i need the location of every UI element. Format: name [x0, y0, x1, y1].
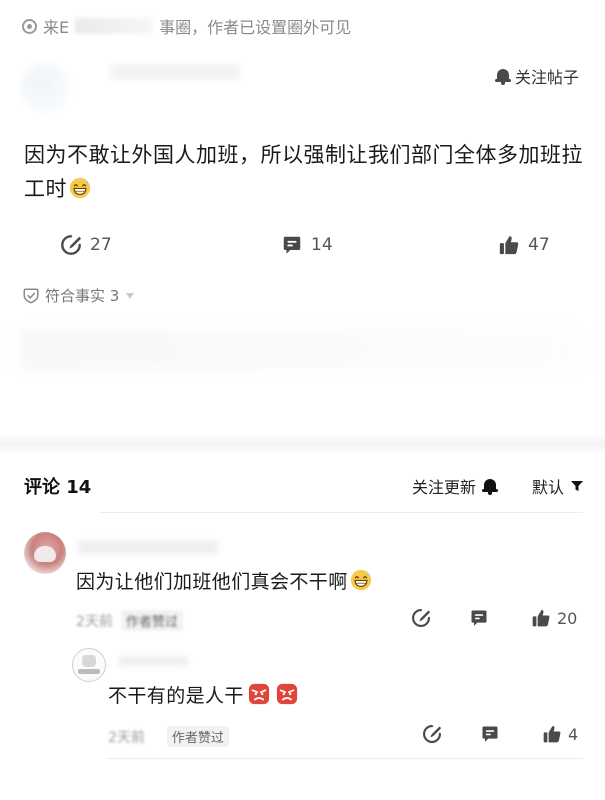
- fact-label: 符合事实 3: [45, 287, 120, 305]
- repost-button[interactable]: [411, 608, 431, 628]
- post-body: 因为不敢让外国人加班，所以强制让我们部门全体多加班拉工时: [24, 138, 584, 206]
- fact-check-button[interactable]: 符合事实 3: [22, 285, 135, 306]
- like-button[interactable]: 20: [531, 608, 577, 628]
- post-text: 因为不敢让外国人加班，所以强制让我们部门全体多加班拉工时: [24, 143, 583, 201]
- comment-text: 因为让他们加班他们真会不干啊: [76, 571, 348, 593]
- reply-divider: [106, 758, 583, 759]
- redacted-region: [20, 330, 580, 370]
- angry-face-emoji-icon: [276, 683, 298, 705]
- source-redacted: [75, 18, 154, 34]
- thumbs-up-icon: [531, 608, 551, 628]
- reply-time: 2天前: [108, 729, 145, 746]
- filter-sort-icon: [571, 481, 583, 491]
- reply-meta: 2天前 作者赞过: [108, 726, 229, 747]
- author-name-redacted: [110, 64, 240, 80]
- reply-button[interactable]: [469, 608, 489, 628]
- comments-title: 评论 14: [24, 477, 92, 498]
- angry-face-emoji-icon: [248, 683, 270, 705]
- author-liked-badge: 作者赞过: [120, 610, 183, 631]
- fact-check-icon: [22, 287, 40, 305]
- comments-header: 评论 14 关注更新 默认: [24, 472, 584, 500]
- bell-icon: [494, 68, 511, 85]
- comment-meta: 2天前 作者赞过: [76, 610, 183, 631]
- repost-icon: [60, 234, 82, 256]
- comment-icon: [281, 234, 303, 256]
- source-suffix: 事圈，作者已设置圈外可见: [159, 18, 352, 37]
- reply-item: 不干有的是人干 2天前 作者赞过 4: [60, 642, 590, 757]
- like-count: 20: [557, 608, 578, 628]
- follow-post-button[interactable]: 关注帖子: [494, 64, 579, 88]
- chevron-down-icon: [126, 292, 135, 299]
- comment-icon: [469, 608, 489, 628]
- commenter-name-redacted: [78, 540, 218, 554]
- commenter-name-redacted: [118, 656, 188, 666]
- sort-label: 默认: [531, 478, 564, 497]
- gear-ring-icon: [22, 18, 37, 34]
- grin-sweat-emoji-icon: [69, 177, 91, 199]
- comment-button[interactable]: 14: [281, 232, 333, 258]
- follow-post-label: 关注帖子: [514, 68, 579, 87]
- repost-icon: [422, 724, 442, 744]
- like-count: 4: [568, 724, 579, 744]
- thumbs-up-icon: [498, 234, 520, 256]
- grin-sweat-emoji-icon: [350, 569, 372, 591]
- repost-button[interactable]: [422, 724, 442, 744]
- repost-count: 27: [90, 235, 112, 255]
- comment-time: 2天前: [76, 613, 113, 630]
- post-source-line: 来E 事圈，作者已设置圈外可见: [22, 14, 351, 38]
- repost-icon: [411, 608, 431, 628]
- comment-count: 14: [311, 235, 333, 255]
- reply-button[interactable]: [480, 724, 500, 744]
- author-liked-badge: 作者赞过: [166, 726, 229, 747]
- reply-body: 不干有的是人干: [108, 682, 298, 710]
- like-button[interactable]: 47: [498, 232, 550, 258]
- like-count: 47: [528, 235, 550, 255]
- reply-actions: 4: [422, 724, 590, 744]
- source-prefix: 来E: [43, 18, 70, 37]
- comment-actions: 20: [411, 608, 581, 628]
- like-button[interactable]: 4: [542, 724, 578, 744]
- header-divider: [100, 512, 583, 513]
- comment-body: 因为让他们加班他们真会不干啊: [76, 568, 372, 596]
- repost-button[interactable]: 27: [60, 232, 112, 258]
- follow-updates-button[interactable]: 关注更新: [412, 474, 498, 498]
- avatar[interactable]: [72, 648, 106, 682]
- bell-icon: [481, 478, 498, 495]
- section-separator: [0, 436, 605, 452]
- sort-button[interactable]: 默认: [532, 474, 584, 498]
- author-avatar[interactable]: [20, 62, 72, 114]
- comment-icon: [480, 724, 500, 744]
- follow-updates-label: 关注更新: [411, 478, 476, 497]
- thumbs-up-icon: [542, 724, 562, 744]
- avatar[interactable]: [24, 532, 66, 574]
- reply-text: 不干有的是人干: [108, 685, 244, 707]
